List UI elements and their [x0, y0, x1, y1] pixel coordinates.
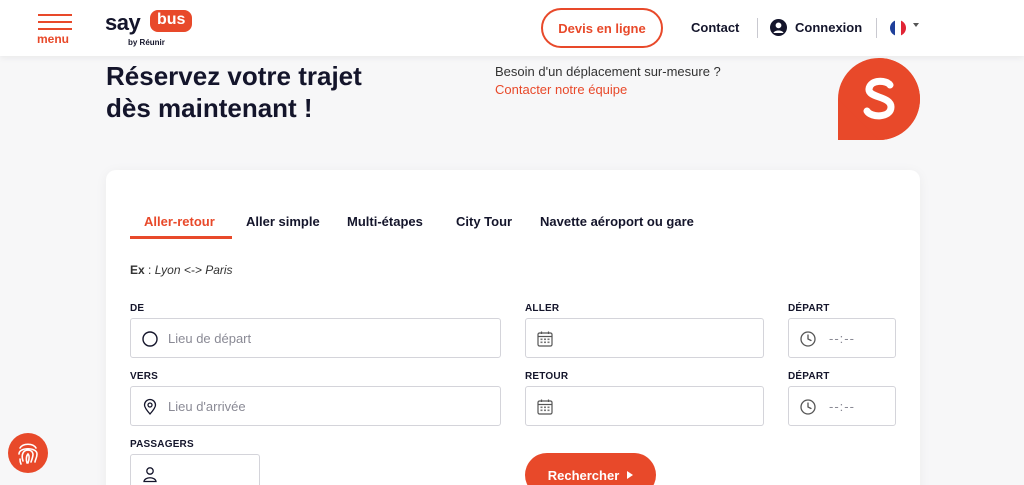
logo-say: say: [105, 10, 141, 35]
passengers-label: PASSAGERS: [130, 439, 194, 450]
from-placeholder: Lieu de départ: [168, 331, 252, 346]
fingerprint-icon: [18, 443, 38, 465]
page-title: Réservez votre trajet dès maintenant !: [106, 60, 446, 124]
to-placeholder: Lieu d'arrivée: [168, 399, 246, 414]
logo-byline: by Réunir: [128, 38, 165, 47]
to-input[interactable]: Lieu d'arrivée: [130, 386, 501, 426]
return-time-input[interactable]: --:--: [788, 386, 896, 426]
chevron-down-icon[interactable]: [913, 23, 919, 27]
tab-airport-station-shuttle[interactable]: Navette aéroport ou gare: [540, 214, 694, 229]
active-tab-indicator: [130, 236, 232, 239]
return-time-placeholder: --:--: [829, 399, 855, 414]
tab-multi-stop[interactable]: Multi-étapes: [347, 214, 423, 229]
example-hint: Ex : Lyon <-> Paris: [130, 263, 233, 277]
clock-icon: [800, 331, 816, 347]
nav-divider: [757, 18, 758, 38]
search-button-label: Rechercher: [547, 467, 620, 483]
passengers-input[interactable]: [130, 454, 260, 485]
saybus-logo[interactable]: say bus by Réunir: [105, 8, 205, 48]
from-input[interactable]: Lieu de départ: [130, 318, 501, 358]
from-label: DE: [130, 303, 145, 314]
search-button[interactable]: Rechercher: [525, 453, 656, 485]
hamburger-icon: [38, 14, 72, 16]
menu-label: menu: [37, 32, 70, 46]
cookie-consent-button[interactable]: [8, 433, 48, 473]
clock-icon: [800, 399, 816, 415]
tab-one-way[interactable]: Aller simple: [246, 214, 320, 229]
nav-divider: [876, 18, 877, 38]
page-title-line-1: Réservez votre trajet: [106, 61, 362, 91]
example-prefix: Ex: [130, 263, 145, 277]
return-date-input[interactable]: [525, 386, 764, 426]
return-date-label: RETOUR: [525, 371, 569, 382]
departure-time-label: DÉPART: [788, 303, 830, 314]
logo-bus: bus: [150, 10, 193, 32]
example-route: Lyon <-> Paris: [154, 263, 233, 277]
outbound-time-input[interactable]: --:--: [788, 318, 896, 358]
nav-login-link[interactable]: Connexion: [795, 20, 862, 35]
outbound-date-label: ALLER: [525, 303, 560, 314]
location-pin-icon: [143, 398, 157, 415]
calendar-icon: [537, 331, 553, 347]
online-quote-button[interactable]: Devis en ligne: [541, 8, 663, 48]
nav-contact-link[interactable]: Contact: [691, 20, 739, 35]
menu-button[interactable]: menu: [36, 12, 76, 46]
saybus-s-badge-logo: [838, 58, 920, 140]
hamburger-icon-bar: [38, 28, 72, 30]
tab-round-trip[interactable]: Aller-retour: [144, 214, 215, 229]
person-icon: [143, 467, 157, 483]
site-header: menu say bus by Réunir Devis en ligne Co…: [0, 0, 1024, 56]
to-label: VERS: [130, 371, 159, 382]
circle-origin-icon: [142, 331, 158, 347]
hamburger-icon-bar: [38, 21, 72, 23]
contact-team-link[interactable]: Contacter notre équipe: [495, 82, 627, 97]
user-account-icon[interactable]: [770, 19, 787, 36]
calendar-icon: [537, 399, 553, 415]
tab-city-tour[interactable]: City Tour: [456, 214, 512, 229]
outbound-date-input[interactable]: [525, 318, 764, 358]
outbound-time-placeholder: --:--: [829, 331, 855, 346]
page-title-line-2: dès maintenant !: [106, 93, 313, 123]
play-arrow-icon: [627, 471, 634, 479]
fr-flag-icon[interactable]: [890, 20, 906, 36]
custom-trip-text: Besoin d'un déplacement sur-mesure ?: [495, 64, 721, 79]
return-departure-time-label: DÉPART: [788, 371, 830, 382]
